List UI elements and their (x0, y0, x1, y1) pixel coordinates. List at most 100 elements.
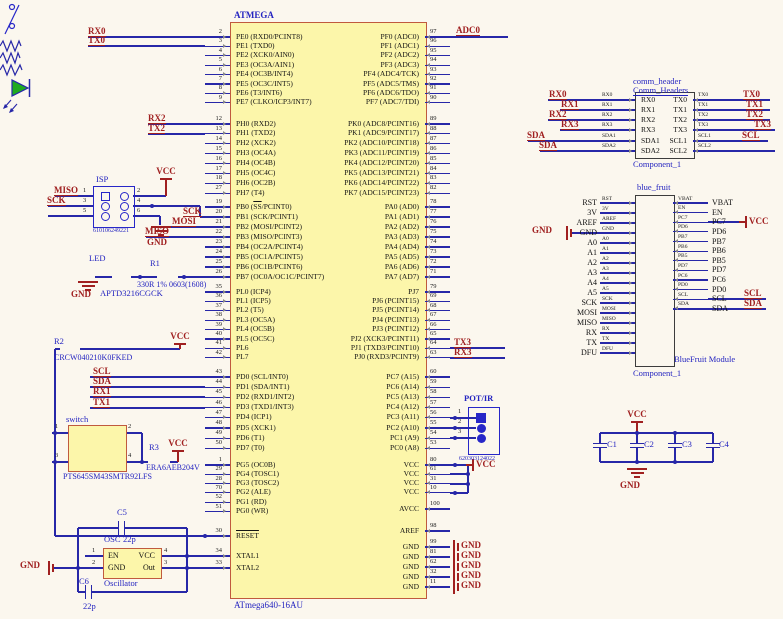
pin-number: 45 (197, 389, 222, 396)
wire (599, 433, 600, 443)
isp-pad[interactable] (120, 212, 129, 221)
pin-label: PJ1 (TXD3/PCINT10) (236, 344, 419, 352)
pin-number: 79 (430, 284, 437, 291)
comm-stub-name: TX2 (698, 113, 708, 119)
pin-number: 29 (197, 466, 222, 473)
bf-pin-label: RX (520, 329, 597, 337)
pin-label: PA1 (AD1) (236, 213, 419, 221)
bf-pin-label: MOSI (520, 309, 597, 317)
gnd-label: GND (461, 581, 481, 590)
wire (673, 299, 708, 300)
gnd-symbol (457, 543, 459, 551)
vcc-symbol (165, 178, 167, 196)
bluefruit-body[interactable] (635, 195, 675, 367)
pin-number: 30 (197, 528, 222, 535)
wire (205, 448, 230, 449)
gnd-symbol (453, 580, 455, 594)
pin-glyph (427, 585, 430, 589)
label-osc: OSC (104, 535, 121, 544)
junction-dot (453, 416, 457, 420)
isp-pad[interactable] (120, 192, 129, 201)
switch-pin-number: 1 (55, 424, 58, 431)
isp-pad-1[interactable] (101, 192, 110, 201)
switch-body[interactable] (68, 425, 127, 472)
pin-label: PJ2 (XCK3/PCINT11) (236, 335, 419, 343)
junction-dot (203, 534, 207, 538)
pin-label: PJ5 (PCINT14) (236, 306, 419, 314)
bf-stub-name: A3 (602, 267, 609, 273)
pin-glyph (427, 490, 430, 494)
resistor-r3[interactable] (0, 64, 22, 76)
pin-glyph (223, 255, 226, 259)
osc-pin-number: 3 (164, 560, 167, 567)
resistor-r2[interactable] (0, 52, 20, 64)
wire (85, 555, 103, 556)
label-crcw040210k0fked: CRCW040210K0FKED (54, 354, 132, 362)
pin-number: 62 (430, 559, 437, 566)
pin-glyph (223, 534, 226, 538)
pin-glyph (629, 271, 632, 275)
bf-stub-name: A4 (602, 277, 609, 283)
pin-number: 58 (430, 389, 437, 396)
comm-stub-name: RX0 (602, 93, 612, 99)
label-c6: C6 (79, 577, 89, 586)
pin-glyph (223, 215, 226, 219)
comm-pin-name: TX2 (641, 116, 687, 124)
isp-pin-number: 6 (137, 208, 140, 215)
wire (125, 527, 187, 528)
resistor-r1[interactable] (0, 40, 21, 52)
pin-number: 38 (197, 312, 222, 319)
wire (92, 591, 187, 592)
pin-glyph (223, 299, 226, 303)
pin-glyph (223, 355, 226, 359)
pin-glyph (629, 321, 632, 325)
pin-number: 41 (197, 340, 222, 347)
label-c2: C2 (644, 440, 654, 449)
label-c5: C5 (117, 508, 127, 517)
pin-number: 24 (197, 249, 222, 256)
bf-stub-name: A5 (602, 287, 609, 293)
pin-number: 80 (430, 457, 437, 464)
pin-glyph (223, 405, 226, 409)
wire (80, 348, 180, 349)
label-switch: switch (66, 415, 88, 424)
bf-stub-name: PB5 (678, 254, 687, 260)
vcc-label: VCC (163, 439, 193, 448)
capacitor-plate (593, 447, 607, 449)
pin-number: 68 (430, 303, 437, 310)
pin-number: 69 (430, 293, 437, 300)
pot-pad[interactable] (477, 434, 486, 443)
gnd-symbol (457, 563, 459, 571)
pin-glyph (629, 118, 632, 122)
pin-glyph (223, 554, 226, 558)
pin-number: 26 (197, 269, 222, 276)
pin-number: 98 (430, 523, 437, 530)
pot-pad-1[interactable] (476, 413, 486, 423)
gnd-symbol (566, 226, 568, 240)
isp-pad[interactable] (101, 212, 110, 221)
wire (693, 129, 728, 130)
wire (205, 276, 230, 277)
switch-pin-number: 3 (55, 453, 58, 460)
net-label-sck: SCK (47, 196, 66, 206)
pin-glyph (427, 529, 430, 533)
comm-stub-name: RX3 (602, 123, 612, 129)
pin-label: PK5 (ADC13/PCINT21) (236, 169, 419, 177)
wire (205, 535, 230, 536)
switch-symbol (0, 0, 30, 40)
pin-number: 55 (430, 420, 437, 427)
led-symbol[interactable] (0, 76, 36, 118)
osc-pin-number: 2 (92, 560, 95, 567)
capacitor-plate (630, 443, 644, 445)
pin-number: 88 (430, 126, 437, 133)
pot-pad[interactable] (477, 424, 486, 433)
pin-number: 96 (430, 38, 437, 45)
isp-pad[interactable] (101, 202, 110, 211)
pin-label: PA4 (AD4) (236, 243, 419, 251)
isp-pad[interactable] (120, 202, 129, 211)
bf-pin-label: PC6 (712, 276, 726, 284)
pin-label: PA6 (AD6) (236, 263, 419, 271)
bf-pin-label: SCK (520, 299, 597, 307)
pin-number: 83 (430, 175, 437, 182)
comm-pin-name: TX3 (641, 126, 687, 134)
